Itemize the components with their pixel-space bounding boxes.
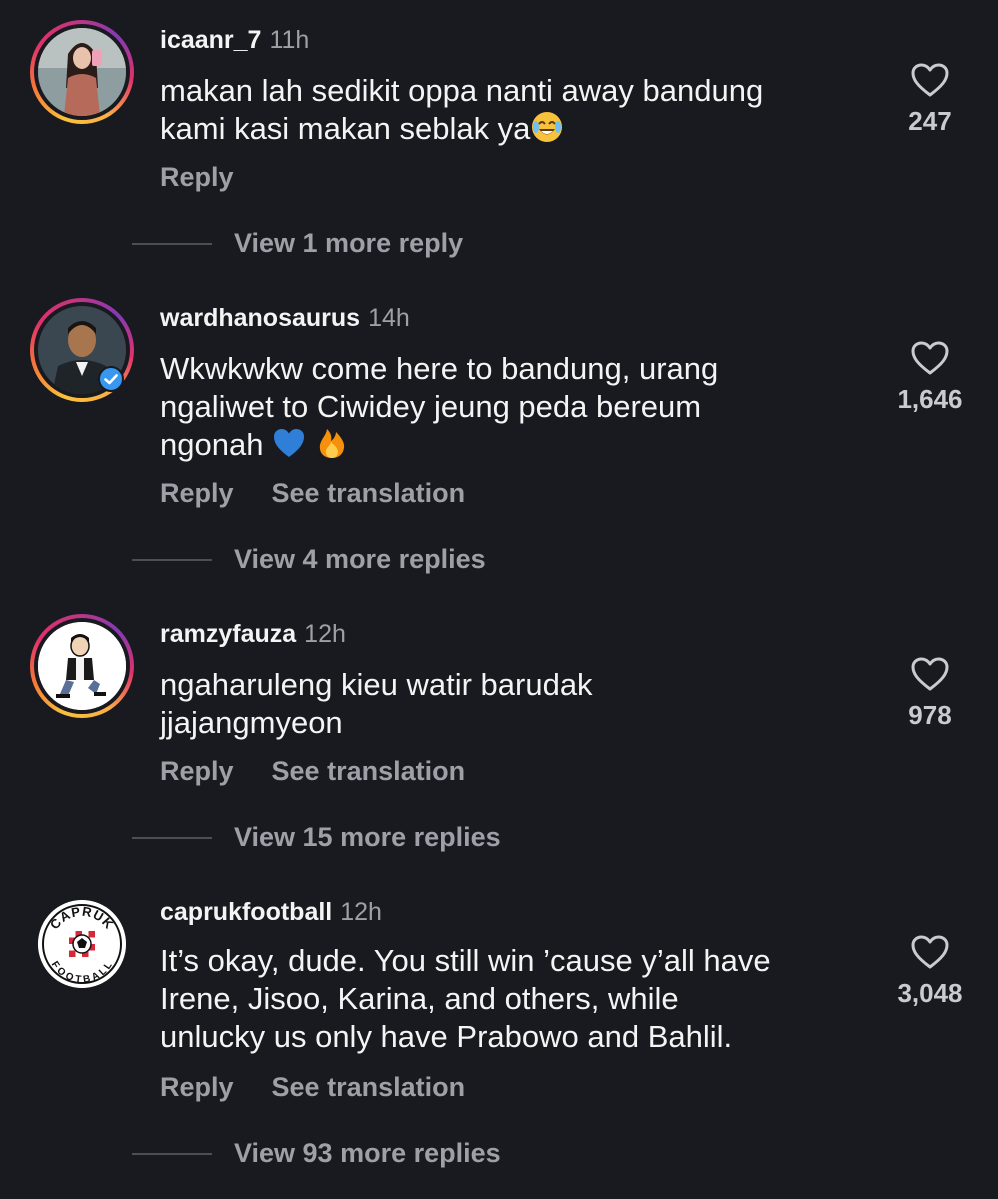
view-more-replies-label[interactable]: View 93 more replies [234,1138,501,1169]
like-count: 247 [908,106,952,136]
view-more-replies[interactable]: View 4 more replies [132,544,486,575]
heart-icon[interactable] [910,340,950,376]
heart-icon[interactable] [910,934,950,970]
blue-heart-icon [274,429,305,457]
heart-icon[interactable] [910,656,950,692]
comment-header: caprukfootball 12h [160,898,382,927]
timestamp: 11h [269,26,310,54]
reply-button[interactable]: Reply [160,1072,234,1102]
like-button[interactable]: 1,646 [880,340,980,415]
reply-button[interactable]: Reply [160,756,234,786]
comment-header: wardhanosaurus 14h [160,304,410,333]
story-ring[interactable] [30,20,134,124]
comment-text-line: It’s okay, dude. You still win ’cause y’… [160,943,771,978]
story-ring[interactable] [30,298,134,402]
comment-text-line: unlucky us only have Prabowo and Bahlil. [160,1019,733,1054]
username-link[interactable]: caprukfootball [160,898,332,926]
comment-text-line: kami kasi makan seblak ya [160,110,860,148]
heart-icon[interactable] [910,62,950,98]
avatar[interactable] [38,622,126,710]
divider [132,558,212,561]
avatar-wrapper[interactable]: CAPRUK FOOTBALL [30,892,134,996]
comment-actions: Reply See translation [160,756,465,787]
comment-text: makan lah sedikit oppa nanti away bandun… [160,72,860,148]
like-button[interactable]: 247 [880,62,980,137]
timestamp: 14h [368,304,410,332]
like-count: 978 [908,700,952,730]
see-translation-button[interactable]: See translation [272,478,466,508]
comment-actions: Reply See translation [160,1072,465,1103]
verified-badge-icon [98,366,124,392]
comment-text-line: makan lah sedikit oppa nanti away bandun… [160,73,764,108]
like-count: 3,048 [897,978,963,1008]
face-with-tears-of-joy-icon [532,112,563,142]
comment-text-line: jjajangmyeon [160,705,343,740]
view-more-replies[interactable]: View 93 more replies [132,1138,501,1169]
username-link[interactable]: icaanr_7 [160,26,261,54]
divider [132,836,212,839]
cartoon-figure-icon [38,622,126,710]
capruk-football-logo-icon: CAPRUK FOOTBALL [38,900,126,988]
avatar[interactable]: CAPRUK FOOTBALL [38,900,126,988]
divider [132,242,212,245]
comment-text-line: Irene, Jisoo, Karina, and others, while [160,981,679,1016]
comment-text: ngaharuleng kieu watir barudak jjajangmy… [160,666,860,742]
comment-text-line: ngonah [160,426,860,464]
comment-text-line: ngaliwet to Ciwidey jeung peda bereum [160,389,702,424]
like-button[interactable]: 978 [880,656,980,731]
comment-text-line: ngaharuleng kieu watir barudak [160,667,593,702]
timestamp: 12h [340,898,382,926]
username-link[interactable]: ramzyfauza [160,620,296,648]
comment-text: It’s okay, dude. You still win ’cause y’… [160,942,860,1056]
timestamp: 12h [304,620,346,648]
see-translation-button[interactable]: See translation [272,756,466,786]
fire-icon [319,429,344,458]
comment-header: ramzyfauza 12h [160,620,346,649]
view-more-replies-label[interactable]: View 15 more replies [234,822,501,853]
reply-button[interactable]: Reply [160,478,234,508]
see-translation-button[interactable]: See translation [272,1072,466,1102]
view-more-replies-label[interactable]: View 1 more reply [234,228,463,259]
comment-text: Wkwkwkw come here to bandung, urang ngal… [160,350,860,464]
username-link[interactable]: wardhanosaurus [160,304,360,332]
reply-button[interactable]: Reply [160,162,234,192]
comment-actions: Reply See translation [160,478,465,509]
view-more-replies[interactable]: View 15 more replies [132,822,501,853]
comment-text-line: Wkwkwkw come here to bandung, urang [160,351,719,386]
avatar[interactable] [38,28,126,116]
like-count: 1,646 [897,384,963,414]
view-more-replies[interactable]: View 1 more reply [132,228,463,259]
story-ring[interactable] [30,614,134,718]
profile-photo-icon [38,28,126,116]
comment-header: icaanr_7 11h [160,26,309,55]
divider [132,1152,212,1155]
comment-actions: Reply [160,162,234,193]
view-more-replies-label[interactable]: View 4 more replies [234,544,486,575]
like-button[interactable]: 3,048 [880,934,980,1009]
